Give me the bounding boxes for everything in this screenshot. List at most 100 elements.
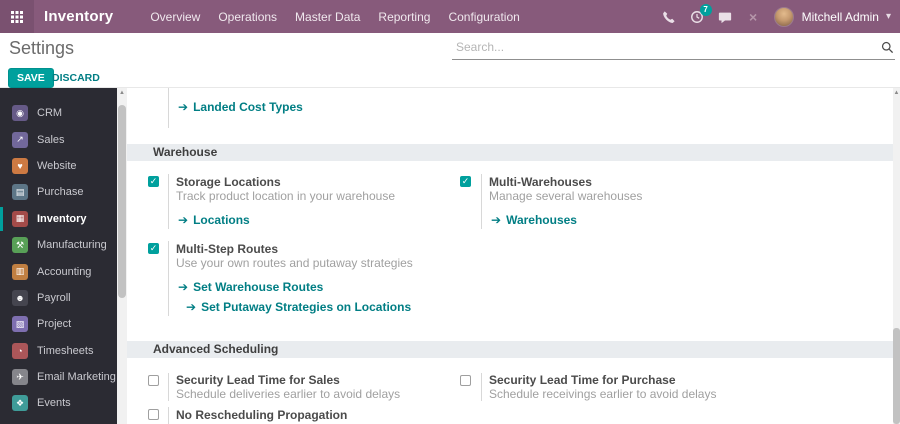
link-label: Landed Cost Types	[193, 100, 303, 114]
multi-step-routes-checkbox[interactable]: ✓	[148, 243, 159, 254]
apps-grid-icon	[11, 11, 23, 23]
storage-locations-checkbox[interactable]: ✓	[148, 176, 159, 187]
events-app-icon: ❖	[12, 395, 28, 411]
setting-divider	[168, 407, 169, 424]
accounting-app-icon: ▥	[12, 264, 28, 280]
sidebar-item-accounting[interactable]: ▥ Accounting	[0, 258, 117, 284]
landed-cost-types-link[interactable]: ➔ Landed Cost Types	[178, 101, 303, 114]
timesheets-app-icon: ◔	[12, 343, 28, 359]
setting-description: Track product location in your warehouse	[176, 190, 395, 203]
menu-operations[interactable]: Operations	[211, 8, 284, 26]
sidebar-item-manufacturing[interactable]: ⚒ Manufacturing	[0, 232, 117, 258]
sidebar-item-label: Purchase	[37, 186, 83, 198]
menu-overview[interactable]: Overview	[143, 8, 207, 26]
website-app-icon: ♥	[12, 158, 28, 174]
search-input[interactable]	[454, 39, 868, 55]
sidebar-item-label: Project	[37, 318, 71, 330]
menu-configuration[interactable]: Configuration	[441, 8, 526, 26]
inventory-settings-page: Inventory Overview Operations Master Dat…	[0, 0, 900, 424]
email-marketing-app-icon: ✈	[12, 369, 28, 385]
link-label: Set Putaway Strategies on Locations	[201, 300, 411, 314]
sidebar-item-inventory[interactable]: ▦Inventory	[0, 206, 117, 232]
top-navbar: Inventory Overview Operations Master Dat…	[0, 0, 900, 33]
locations-link[interactable]: ➔ Locations	[178, 214, 250, 227]
disconnect-icon[interactable]: ×	[746, 9, 761, 24]
user-menu[interactable]: Mitchell Admin	[802, 10, 879, 24]
save-button[interactable]: SAVE	[8, 68, 54, 88]
user-avatar[interactable]	[774, 7, 794, 27]
apps-menu-button[interactable]	[0, 0, 34, 33]
crm-app-icon: ◉	[12, 105, 28, 121]
multi-warehouses-checkbox[interactable]: ✓	[460, 176, 471, 187]
page-title: Settings	[9, 38, 74, 59]
section-header-warehouse: Warehouse	[127, 144, 893, 161]
sidebar-item-crm[interactable]: ◉ CRM	[0, 100, 117, 126]
setting-divider	[481, 373, 482, 401]
settings-content: ➔ Landed Cost Types Warehouse ✓ Storage L…	[127, 88, 893, 424]
check-icon: ✓	[462, 176, 470, 186]
security-lead-time-purchase-checkbox[interactable]	[460, 375, 471, 386]
scrollbar-thumb[interactable]	[118, 105, 126, 298]
set-putaway-strategies-link[interactable]: ➔Set Putaway Strategies on Locations	[186, 301, 411, 314]
setting-label: Multi-Step Routes	[176, 243, 278, 256]
close-glyph: ×	[749, 10, 757, 24]
content-scrollbar[interactable]: ▲	[893, 88, 900, 424]
warehouses-link[interactable]: ➔ Warehouses	[491, 214, 577, 227]
security-lead-time-sales-checkbox[interactable]	[148, 375, 159, 386]
settings-sidebar: ◉ CRM ↗Sales ♥ Website ▤Purchase ▦Inventor…	[0, 88, 117, 424]
sidebar-scrollbar[interactable]: ▲	[117, 88, 127, 424]
sidebar-item-label: Manufacturing	[37, 239, 107, 251]
discard-button[interactable]: DISCARD	[52, 72, 100, 84]
phone-icon[interactable]	[662, 9, 677, 24]
setting-description: Manage several warehouses	[489, 190, 642, 203]
control-panel: Settings SAVE DISCARD	[0, 33, 900, 88]
sidebar-item-label: CRM	[37, 107, 62, 119]
scrollbar-thumb[interactable]	[893, 328, 900, 424]
sidebar-item-label: Timesheets	[37, 345, 93, 357]
sidebar-item-timesheets[interactable]: ◔ Timesheets	[0, 338, 117, 364]
activity-count-badge: 7	[700, 4, 712, 16]
scroll-up-icon[interactable]: ▲	[893, 88, 900, 98]
sidebar-item-payroll[interactable]: ☻Payroll	[0, 285, 117, 311]
setting-label: Security Lead Time for Sales	[176, 374, 340, 387]
section-header-advanced-scheduling: Advanced Scheduling	[127, 341, 893, 358]
sidebar-item-website[interactable]: ♥ Website	[0, 153, 117, 179]
user-menu-caret-icon: ▾	[886, 11, 891, 22]
set-warehouse-routes-link[interactable]: ➔ Set Warehouse Routes	[178, 281, 323, 294]
activities-clock-icon[interactable]: 7	[690, 9, 705, 24]
check-icon: ✓	[150, 243, 158, 253]
menu-master-data[interactable]: Master Data	[288, 8, 367, 26]
sidebar-item-email-marketing[interactable]: ✈Email Marketing	[0, 364, 117, 390]
setting-description: Schedule deliveries earlier to avoid del…	[176, 388, 400, 401]
inventory-app-icon: ▦	[12, 211, 28, 227]
sidebar-item-label: Website	[37, 160, 77, 172]
messages-icon[interactable]	[718, 9, 733, 24]
setting-label: Security Lead Time for Purchase	[489, 374, 676, 387]
no-rescheduling-propagation-checkbox[interactable]	[148, 409, 159, 420]
sidebar-item-sales[interactable]: ↗Sales	[0, 126, 117, 152]
manufacturing-app-icon: ⚒	[12, 237, 28, 253]
sidebar-item-label: Accounting	[37, 266, 91, 278]
link-label: Locations	[193, 213, 250, 227]
sidebar-item-purchase[interactable]: ▤Purchase	[0, 179, 117, 205]
setting-label: Multi-Warehouses	[489, 176, 592, 189]
search-icon[interactable]	[881, 41, 894, 59]
current-app-title: Inventory	[44, 8, 113, 25]
sidebar-item-project[interactable]: ▧Project	[0, 311, 117, 337]
link-label: Warehouses	[506, 213, 577, 227]
link-arrow-icon: ➔	[178, 213, 188, 227]
link-arrow-icon: ➔	[491, 213, 501, 227]
search-bar	[452, 37, 895, 60]
setting-divider	[481, 174, 482, 229]
sidebar-item-events[interactable]: ❖Events	[0, 390, 117, 416]
setting-divider	[168, 174, 169, 229]
link-arrow-icon: ➔	[178, 100, 188, 114]
sales-app-icon: ↗	[12, 132, 28, 148]
scroll-up-icon[interactable]: ▲	[117, 88, 127, 98]
link-label: Set Warehouse Routes	[193, 280, 323, 294]
link-arrow-icon: ➔	[178, 280, 188, 294]
setting-label: Storage Locations	[176, 176, 281, 189]
topbar-right-tools: 7 × Mitchell Admin ▾	[662, 7, 900, 27]
menu-reporting[interactable]: Reporting	[371, 8, 437, 26]
setting-divider	[168, 241, 169, 316]
